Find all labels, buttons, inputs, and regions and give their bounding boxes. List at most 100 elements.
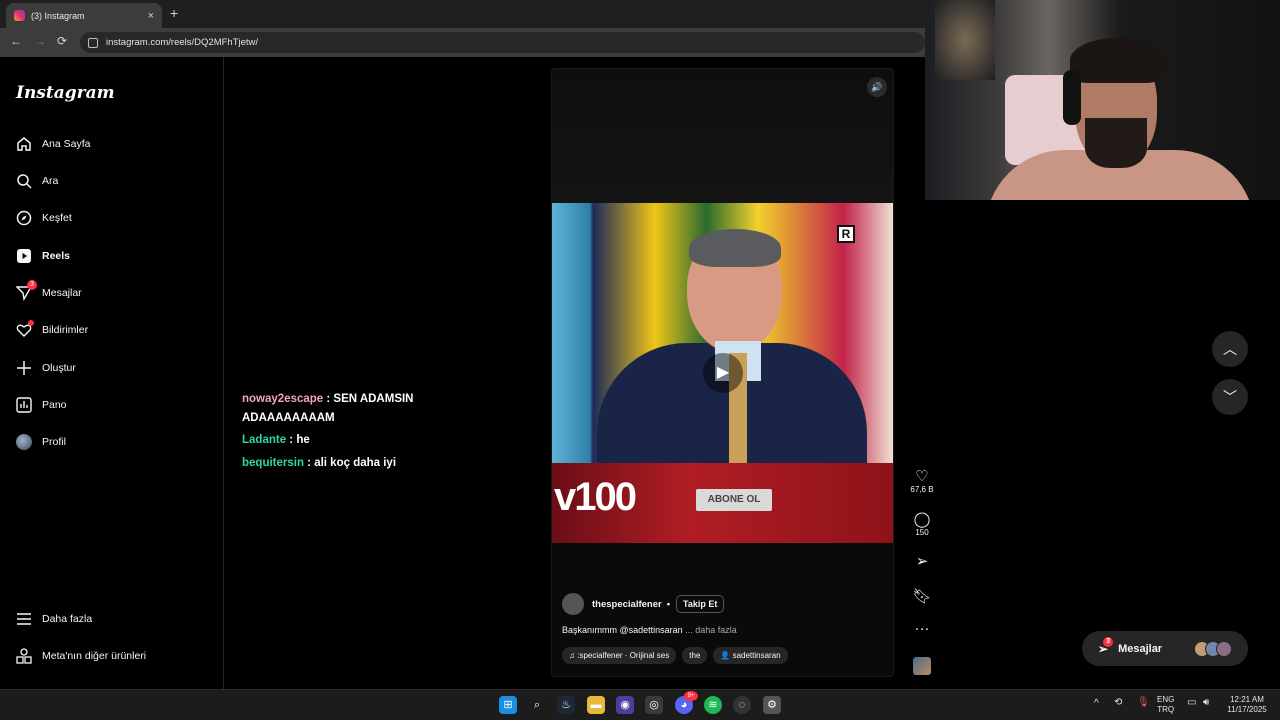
app-icon[interactable]: ◉	[616, 696, 634, 714]
language-code: ENG	[1157, 695, 1175, 704]
follow-button[interactable]: Takip Et	[676, 595, 725, 613]
close-tab-icon[interactable]: ×	[148, 10, 154, 22]
previous-reel-button[interactable]: ︿	[1212, 331, 1248, 367]
share-button[interactable]: ➢	[906, 552, 938, 570]
audio-chip[interactable]: ♫ :specialfener · Orijinal ses	[562, 647, 677, 664]
next-reel-button[interactable]: ﹀	[1212, 379, 1248, 415]
chat-message: noway2escape : SEN ADAMSIN ADAAAAAAAAM	[242, 390, 452, 428]
bookmark-icon: 🔖︎	[912, 588, 932, 605]
network-icon[interactable]: ▭	[1187, 698, 1196, 708]
spotify-icon[interactable]: ≋	[704, 696, 722, 714]
save-button[interactable]: 🔖︎	[906, 587, 938, 605]
discord-icon[interactable]: ◕ 9+	[675, 691, 698, 714]
windows-start-icon[interactable]: ⊞	[499, 696, 517, 714]
settings-icon[interactable]: ⚙	[763, 696, 781, 714]
compass-icon	[16, 210, 32, 226]
video-lower-band: v100 ABONE OL	[552, 463, 893, 543]
sidebar-item-reels[interactable]: Reels	[16, 244, 70, 268]
instagram-logo[interactable]: Instagram	[16, 83, 115, 103]
messages-badge: 3	[1103, 636, 1114, 647]
url-bar[interactable]: instagram.com/reels/DQ2MFhTjetw/	[80, 32, 925, 53]
webcam-overlay	[925, 0, 1280, 200]
microphone-icon[interactable]: 🎙︎	[1137, 698, 1150, 708]
messages-pill[interactable]: ➢ 3 Mesajlar	[1082, 631, 1248, 666]
caption-text: Başkanımmm @sadettinsaran	[562, 625, 683, 635]
messenger-icon: ➢ 3	[1098, 636, 1114, 656]
comment-icon: ◯	[913, 511, 931, 528]
sidebar-item-label: Ara	[42, 175, 59, 187]
tagged-user: sadettinsaran	[732, 651, 781, 660]
avatar	[1216, 640, 1232, 657]
back-button[interactable]: ←	[10, 34, 22, 48]
reload-button[interactable]: ⟳	[57, 34, 67, 48]
browser-tab-instagram[interactable]: (3) Instagram ×	[6, 3, 162, 28]
meta-apps-icon	[16, 648, 32, 664]
caption-more-link[interactable]: ... daha fazla	[683, 625, 737, 635]
tagged-user-chip[interactable]: 👤 sadettinsaran	[713, 647, 788, 664]
volume-icon[interactable]: 🔊︎	[1203, 698, 1209, 708]
channel-logo: v100	[554, 475, 637, 519]
audio-thumbnail[interactable]	[913, 657, 931, 675]
sidebar-item-label: Profil	[42, 436, 66, 448]
dashboard-icon	[16, 397, 32, 413]
play-icon[interactable]: ▶	[703, 353, 743, 393]
sidebar-item-dashboard[interactable]: Pano	[16, 393, 67, 417]
sidebar-item-create[interactable]: Oluştur	[16, 356, 76, 380]
sidebar-item-label: Oluştur	[42, 362, 76, 374]
chat-message: Ladante : he	[242, 431, 310, 450]
audio-extra-chip[interactable]: the	[682, 647, 708, 664]
home-icon	[17, 137, 31, 151]
messenger-icon: 3	[15, 280, 37, 302]
sidebar-item-label: Pano	[42, 399, 67, 411]
like-count: 67,6 B	[910, 485, 934, 494]
heart-icon: ♡	[915, 468, 929, 485]
sidebar-item-more[interactable]: Daha fazla	[16, 607, 92, 631]
separator: •	[666, 598, 671, 610]
language-indicator[interactable]: ENG TRQ	[1157, 695, 1174, 715]
obs-icon[interactable]: ◌	[733, 696, 751, 714]
chrome-icon[interactable]: ◎	[645, 696, 663, 714]
tray-overflow-icon[interactable]: ^	[1094, 699, 1099, 709]
clock[interactable]: 12:21 AM 11/17/2025	[1222, 695, 1272, 715]
account-name[interactable]: thespecialfener	[592, 599, 662, 610]
sidebar-item-label: Ana Sayfa	[42, 138, 91, 150]
sidebar-item-search[interactable]: Ara	[16, 169, 58, 193]
address-bar-row: ← → ⟳ instagram.com/reels/DQ2MFhTjetw/	[0, 28, 925, 57]
sidebar: Instagram Ana Sayfa Ara Keşfet Reels 3 M…	[0, 57, 224, 689]
sidebar-item-label: Meta'nın diğer ürünleri	[42, 650, 147, 662]
taskbar: ⊞ ⌕ ♨ ▬ ◉ ◎ ◕ 9+ ≋ ◌ ⚙ ^ ⟲ 🎙︎ ENG TRQ ▭ 🔊…	[0, 689, 1280, 720]
sidebar-item-home[interactable]: Ana Sayfa	[16, 132, 90, 156]
heart-icon	[16, 320, 34, 338]
forward-button[interactable]: →	[34, 34, 46, 48]
reel-player[interactable]: 🔊 R ▶ v100 ABONE OL thespecialfener • Ta…	[551, 68, 894, 677]
like-button[interactable]: ♡ 67,6 B	[906, 467, 938, 494]
site-info-icon[interactable]	[88, 37, 98, 48]
steam-icon[interactable]: ♨	[557, 696, 575, 714]
sidebar-item-explore[interactable]: Keşfet	[16, 206, 72, 230]
sidebar-item-messages[interactable]: 3 Mesajlar	[15, 280, 82, 305]
chat-username: noway2escape	[242, 393, 324, 405]
sidebar-item-notifications[interactable]: Bildirimler	[16, 318, 88, 342]
search-icon	[17, 174, 32, 189]
notification-dot	[28, 320, 34, 326]
sidebar-item-label: Daha fazla	[42, 613, 93, 625]
comment-button[interactable]: ◯ 150	[906, 510, 938, 537]
plus-icon	[17, 361, 31, 375]
volume-icon[interactable]: 🔊	[867, 77, 887, 97]
account-avatar[interactable]	[562, 593, 584, 615]
sync-icon[interactable]: ⟲	[1114, 698, 1122, 708]
chat-message: bequitersin : ali koç daha iyi	[242, 454, 396, 473]
search-icon[interactable]: ⌕	[528, 696, 546, 714]
reel-account: thespecialfener • Takip Et	[562, 593, 725, 615]
sidebar-item-meta-products[interactable]: Meta'nın diğer ürünleri	[16, 644, 146, 668]
sidebar-item-profile[interactable]: Profil	[16, 430, 66, 454]
reel-caption: Başkanımmm @sadettinsaran ... daha fazla	[562, 625, 737, 635]
clock-date: 11/17/2025	[1227, 705, 1267, 714]
new-tab-button[interactable]: +	[170, 5, 178, 21]
more-options-button[interactable]: ···	[906, 620, 938, 637]
menu-icon	[17, 613, 31, 625]
reel-video[interactable]: R ▶	[552, 203, 893, 463]
reel-chips: ♫ :specialfener · Orijinal ses the 👤 sad…	[562, 647, 788, 664]
sidebar-item-label: Mesajlar	[42, 287, 82, 299]
file-explorer-icon[interactable]: ▬	[587, 696, 605, 714]
